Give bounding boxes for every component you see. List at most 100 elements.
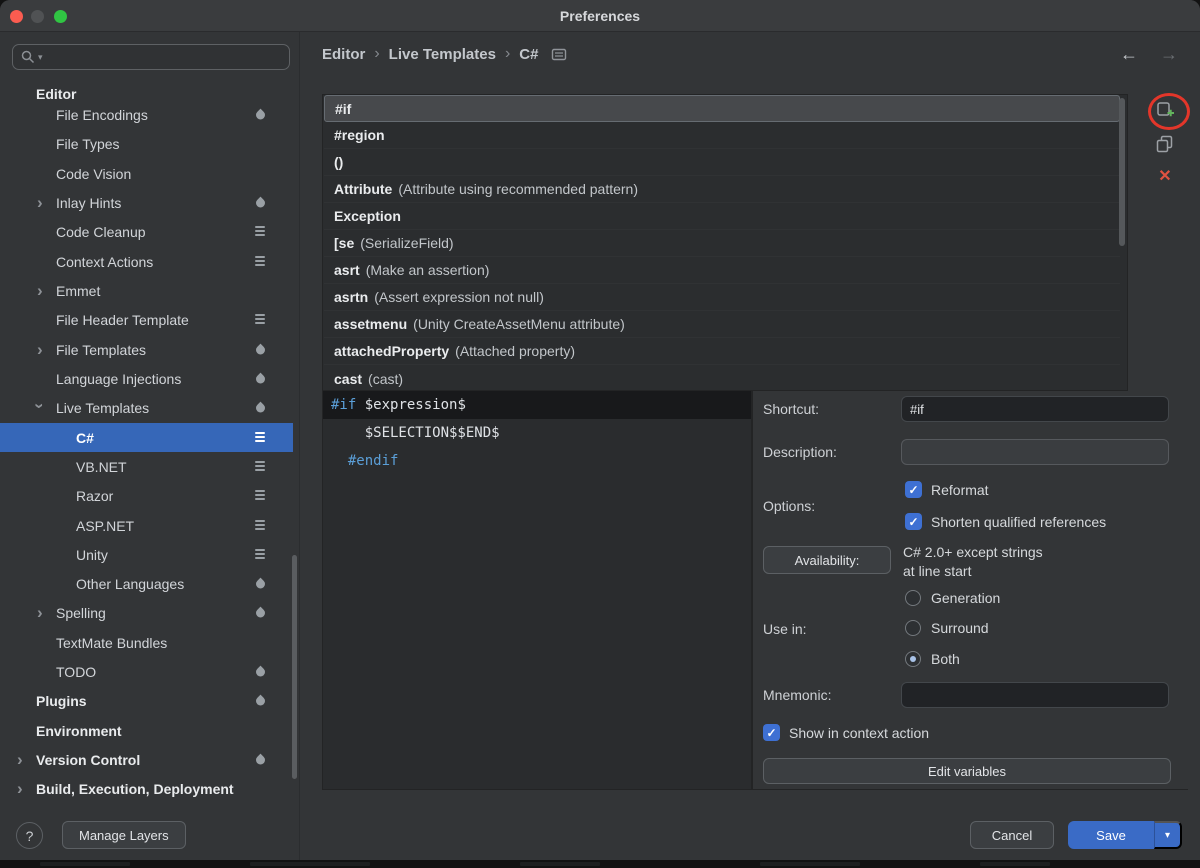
template-row[interactable]: #if (324, 95, 1120, 122)
shortcut-input[interactable] (901, 396, 1169, 422)
manage-layers-button[interactable]: Manage Layers (62, 821, 186, 849)
mnemonic-input[interactable] (901, 682, 1169, 708)
chevron-right-icon[interactable]: › (37, 340, 43, 357)
description-input[interactable] (901, 439, 1169, 465)
breadcrumb-separator: › (374, 45, 380, 62)
sidebar-item-build-execution-deployment[interactable]: › Build, Execution, Deployment (0, 774, 293, 803)
template-row[interactable]: #region (324, 122, 1120, 149)
sidebar-item-vbnet[interactable]: VB.NET (0, 452, 293, 481)
modified-indicator-icon (254, 753, 267, 766)
sidebar-item-code-vision[interactable]: Code Vision (0, 159, 293, 188)
sidebar-item-aspnet[interactable]: ASP.NET (0, 511, 293, 540)
sidebar-item-emmet[interactable]: › Emmet (0, 276, 293, 305)
save-button[interactable]: Save (1068, 821, 1154, 849)
preview-line: #endif (331, 453, 399, 469)
sidebar-item-label: Live Templates (56, 399, 150, 416)
chevron-down-icon[interactable]: › (30, 403, 49, 409)
template-row[interactable]: asrtn (Assert expression not null) (324, 284, 1120, 311)
reformat-label[interactable]: Reformat (931, 481, 989, 499)
delete-template-icon[interactable]: ✕ (1158, 169, 1171, 185)
back-arrow-icon[interactable]: ← (1120, 44, 1138, 65)
template-preview-editor[interactable]: #if $expression$ $SELECTION$$END$ #endif (322, 391, 752, 790)
template-row[interactable]: asrt (Make an assertion) (324, 257, 1120, 284)
surround-radio[interactable] (905, 620, 921, 636)
generation-label[interactable]: Generation (931, 589, 1000, 607)
template-row[interactable]: [se (SerializeField) (324, 230, 1120, 257)
sidebar-item-label: Emmet (56, 282, 101, 299)
chevron-right-icon[interactable]: › (37, 193, 43, 210)
sidebar-item-razor[interactable]: Razor (0, 481, 293, 510)
chevron-right-icon[interactable]: › (17, 779, 23, 796)
shortcut-label: Shortcut: (763, 401, 820, 417)
sidebar-item-context-actions[interactable]: Context Actions (0, 247, 293, 276)
chevron-right-icon[interactable]: › (17, 750, 23, 767)
sidebar-item-label: Environment (36, 722, 122, 739)
cancel-button[interactable]: Cancel (970, 821, 1054, 849)
shorten-references-label[interactable]: Shorten qualified references (931, 513, 1106, 531)
template-abbr: #region (334, 127, 385, 143)
breadcrumb-item[interactable]: Editor (322, 46, 365, 63)
template-row[interactable]: attachedProperty (Attached property) (324, 338, 1120, 365)
chevron-right-icon[interactable]: › (37, 281, 43, 298)
template-row[interactable]: () (324, 149, 1120, 176)
sidebar-item-inlay-hints[interactable]: › Inlay Hints (0, 188, 293, 217)
settings-sidebar: ▾ Editor File Encodings File Types Code … (0, 32, 300, 860)
sidebar-item-label: Language Injections (56, 370, 182, 387)
sidebar-item-spelling[interactable]: › Spelling (0, 598, 293, 627)
show-in-context-checkbox[interactable]: ✓ (763, 724, 780, 741)
main-panel: Editor › Live Templates › C# ← → #if #re… (300, 32, 1200, 860)
sidebar-item-environment[interactable]: Environment (0, 716, 293, 745)
template-desc: (Make an assertion) (365, 262, 490, 278)
template-row[interactable]: Exception (324, 203, 1120, 230)
modified-indicator-icon (254, 343, 267, 356)
generation-radio[interactable] (905, 590, 921, 606)
chevron-right-icon[interactable]: › (37, 603, 43, 620)
both-label[interactable]: Both (931, 650, 960, 668)
sidebar-item-label: File Templates (56, 341, 147, 358)
template-abbr: () (334, 154, 344, 170)
options-label: Options: (763, 498, 816, 514)
preview-line: #if $expression$ (323, 391, 751, 419)
sidebar-item-file-types[interactable]: File Types (0, 129, 293, 158)
screen: Preferences ▾ Editor File Encodings File… (0, 0, 1200, 868)
sidebar-scrollbar[interactable] (292, 555, 297, 779)
sidebar-item-file-header-template[interactable]: File Header Template (0, 305, 293, 334)
sidebar-item-other-languages[interactable]: Other Languages (0, 569, 293, 598)
template-list-scrollbar[interactable] (1119, 98, 1125, 246)
availability-button[interactable]: Availability: (763, 546, 891, 574)
sidebar-item-file-templates[interactable]: › File Templates (0, 335, 293, 364)
help-button[interactable]: ? (16, 822, 43, 849)
add-template-icon[interactable] (1156, 100, 1175, 119)
search-input[interactable]: ▾ (12, 44, 290, 70)
save-dropdown-icon[interactable]: ▾ (1154, 821, 1182, 849)
breadcrumb-item[interactable]: Live Templates (389, 46, 496, 63)
layers-indicator-icon (255, 225, 265, 228)
template-row[interactable]: Attribute (Attribute using recommended pa… (324, 176, 1120, 203)
use-in-label: Use in: (763, 621, 807, 637)
copy-template-icon[interactable] (1156, 135, 1174, 153)
sidebar-item-language-injections[interactable]: Language Injections (0, 364, 293, 393)
sidebar-item-code-cleanup[interactable]: Code Cleanup (0, 217, 293, 246)
sidebar-item-csharp[interactable]: C# (0, 423, 293, 452)
sidebar-item-file-encodings[interactable]: File Encodings (0, 100, 293, 129)
window-title: Preferences (559, 8, 641, 24)
sidebar-item-todo[interactable]: TODO (0, 657, 293, 686)
edit-variables-button[interactable]: Edit variables (763, 758, 1171, 784)
search-filter-chevron-icon[interactable]: ▾ (38, 52, 43, 63)
template-toolbar: ✕ (1154, 100, 1176, 185)
show-in-context-label[interactable]: Show in context action (789, 724, 929, 742)
template-desc: (cast) (368, 370, 404, 387)
shorten-references-checkbox[interactable]: ✓ (905, 513, 922, 530)
both-radio[interactable] (905, 651, 921, 667)
sidebar-item-version-control[interactable]: › Version Control (0, 745, 293, 774)
reformat-checkbox[interactable]: ✓ (905, 481, 922, 498)
template-row[interactable]: cast (cast) (324, 365, 1120, 392)
sidebar-item-live-templates[interactable]: › Live Templates (0, 393, 293, 422)
breadcrumb-item[interactable]: C# (519, 46, 538, 63)
surround-label[interactable]: Surround (931, 619, 989, 637)
template-row[interactable]: assetmenu (Unity CreateAssetMenu attribut… (324, 311, 1120, 338)
sidebar-item-textmate-bundles[interactable]: TextMate Bundles (0, 628, 293, 657)
sidebar-item-unity[interactable]: Unity (0, 540, 293, 569)
panel-icon[interactable] (551, 47, 567, 62)
sidebar-item-plugins[interactable]: Plugins (0, 686, 293, 715)
